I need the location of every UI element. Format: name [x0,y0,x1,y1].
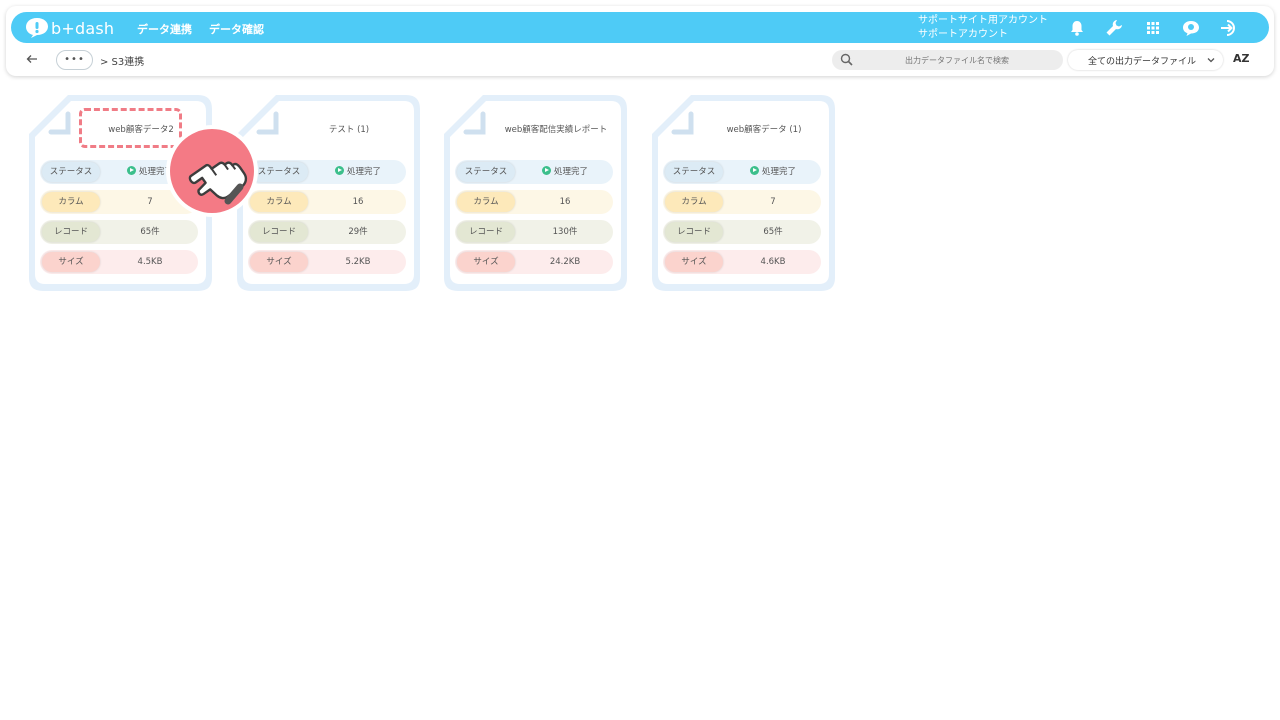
status-label: ステータス [665,162,723,182]
columns-value: 16 [559,197,571,207]
status-value: 処理完了 [725,160,821,184]
size-row: サイズ 4.5KB [40,250,198,274]
app-logo[interactable]: b+dash [25,16,114,40]
sub-toolbar: ••• > S3連携 全ての出力データファイル AZ [0,50,1280,70]
breadcrumb: > S3連携 [100,57,145,68]
file-card[interactable]: テスト (1) ステータス 処理完了 カラム 16 レコード 29件 サイズ 5… [234,92,423,294]
size-row: サイズ 24.2KB [455,250,613,274]
size-row: サイズ 4.6KB [663,250,821,274]
file-filter-select[interactable]: 全ての出力データファイル [1068,50,1223,70]
user-avatar-icon[interactable] [1181,18,1201,38]
status-text: 処理完了 [761,167,796,177]
arrow-left-icon[interactable] [25,52,39,66]
logo-text: b+dash [51,18,115,38]
play-icon [749,166,759,175]
account-line2: サポートアカウント [918,29,1008,40]
file-card-title[interactable]: テスト (1) [284,123,414,135]
file-card-title[interactable]: web顧客データ (1) [699,123,829,135]
columns-label: カラム [457,192,515,212]
account-name[interactable]: サポートサイト用アカウント サポートアカウント [918,14,1048,42]
account-line1: サポートサイト用アカウント [918,15,1048,26]
status-text: 処理完了 [553,167,588,177]
bell-icon[interactable] [1067,18,1087,38]
status-row: ステータス 処理完了 [248,160,406,184]
size-label: サイズ [665,252,723,272]
play-icon [126,166,136,175]
size-row: サイズ 5.2KB [248,250,406,274]
columns-label: カラム [665,192,723,212]
hand-pointer-icon [166,125,258,217]
play-icon [541,166,551,175]
status-row: ステータス 処理完了 [455,160,613,184]
grid-icon[interactable] [1143,18,1163,38]
sort-az-button[interactable]: AZ [1233,52,1250,65]
records-row: レコード 29件 [248,220,406,244]
size-label: サイズ [42,252,100,272]
records-row: レコード 65件 [663,220,821,244]
top-navbar: b+dash データ連携 データ確認 サポートサイト用アカウント サポートアカウ… [11,12,1269,43]
size-label: サイズ [250,252,308,272]
size-value: 4.5KB [137,257,163,267]
status-value: 処理完了 [517,160,613,184]
records-row: レコード 130件 [455,220,613,244]
status-value: 処理完了 [310,160,406,184]
columns-row: カラム 7 [663,190,821,214]
records-label: レコード [250,222,308,242]
status-label: ステータス [42,162,100,182]
wrench-icon[interactable] [1104,18,1124,38]
status-text: 処理完了 [346,167,381,177]
chevron-down-icon [1207,58,1215,63]
columns-label: カラム [42,192,100,212]
nav-data-check[interactable]: データ確認 [209,21,264,37]
status-label: ステータス [457,162,515,182]
columns-row: カラム 16 [248,190,406,214]
search-input[interactable] [862,50,1052,70]
logo-bubble-icon [26,18,48,38]
records-value: 65件 [140,227,160,237]
file-card[interactable]: web顧客配信実績レポート ステータス 処理完了 カラム 16 レコード 130… [441,92,630,294]
search-box [832,50,1063,70]
search-icon [840,53,853,66]
size-value: 4.6KB [760,257,786,267]
records-row: レコード 65件 [40,220,198,244]
columns-value: 16 [352,197,364,207]
records-label: レコード [42,222,100,242]
play-icon [334,166,344,175]
records-value: 65件 [763,227,783,237]
nav-data-integration[interactable]: データ連携 [137,21,192,37]
status-row: ステータス 処理完了 [663,160,821,184]
records-value: 130件 [552,227,578,237]
breadcrumb-more-button[interactable]: ••• [56,50,93,70]
records-value: 29件 [348,227,368,237]
file-card[interactable]: web顧客データ (1) ステータス 処理完了 カラム 7 レコード 65件 サ… [649,92,838,294]
size-label: サイズ [457,252,515,272]
records-label: レコード [665,222,723,242]
size-value: 24.2KB [549,257,581,267]
file-card-title[interactable]: web顧客配信実績レポート [491,123,621,135]
size-value: 5.2KB [345,257,371,267]
columns-value: 7 [770,197,776,207]
file-filter-value: 全ての出力データファイル [1088,57,1197,67]
logout-icon[interactable] [1219,18,1239,38]
columns-row: カラム 16 [455,190,613,214]
records-label: レコード [457,222,515,242]
